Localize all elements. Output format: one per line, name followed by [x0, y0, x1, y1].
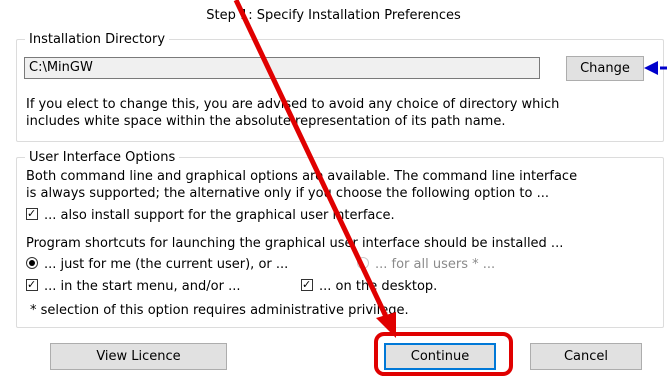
all-users-label: ... for all users * ...	[375, 257, 496, 272]
admin-footnote: * selection of this option requires admi…	[30, 303, 409, 318]
all-users-option[interactable]: ... for all users * ...	[357, 256, 495, 273]
install-path-field[interactable]: C:\MinGW	[24, 57, 540, 79]
gui-support-label: ... also install support for the graphic…	[44, 208, 395, 223]
view-licence-button[interactable]: View Licence	[50, 343, 227, 370]
just-for-me-label: ... just for me (the current user), or .…	[44, 257, 289, 272]
start-menu-option[interactable]: ... in the start menu, and/or ...	[26, 276, 241, 295]
ui-desc-line2: is always supported; the alternative onl…	[26, 186, 549, 201]
just-for-me-option[interactable]: ... just for me (the current user), or .…	[26, 256, 288, 273]
ui-desc-line1: Both command line and graphical options …	[26, 169, 578, 184]
directory-note-line1: If you elect to change this, you are adv…	[26, 97, 560, 112]
start-menu-label: ... in the start menu, and/or ...	[44, 279, 241, 294]
continue-button[interactable]: Continue	[384, 343, 496, 370]
just-for-me-radio[interactable]	[26, 257, 38, 269]
desktop-option[interactable]: ... on the desktop.	[301, 276, 438, 295]
start-menu-checkbox[interactable]	[26, 276, 38, 293]
cancel-button[interactable]: Cancel	[530, 343, 642, 370]
gui-support-option[interactable]: ... also install support for the graphic…	[26, 205, 395, 224]
gui-support-checkbox[interactable]	[26, 205, 38, 222]
directory-note-line2: includes white space within the absolute…	[26, 114, 506, 129]
user-interface-options-legend: User Interface Options	[29, 150, 176, 165]
installation-directory-legend: Installation Directory	[29, 32, 166, 47]
desktop-label: ... on the desktop.	[319, 279, 438, 294]
dialog-title: Step 1: Specify Installation Preferences	[206, 8, 461, 23]
shortcuts-intro: Program shortcuts for launching the grap…	[26, 236, 564, 251]
change-button[interactable]: Change	[566, 56, 644, 81]
all-users-radio[interactable]	[357, 257, 369, 269]
desktop-checkbox[interactable]	[301, 276, 313, 293]
